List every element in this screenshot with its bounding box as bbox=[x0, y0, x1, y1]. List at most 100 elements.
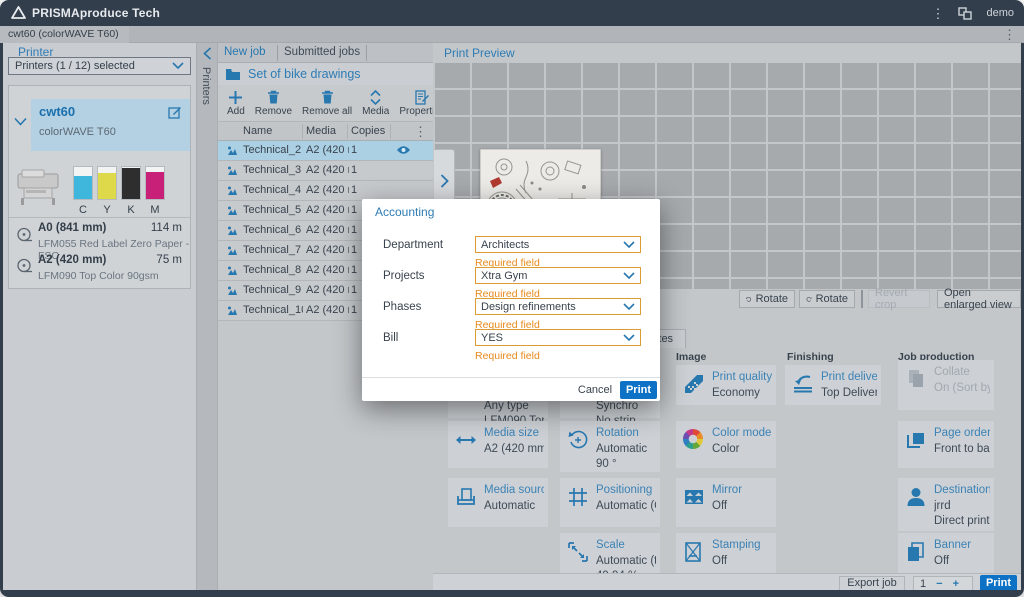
eye-icon[interactable] bbox=[396, 145, 411, 155]
rotate-left-button[interactable]: Rotate bbox=[739, 290, 795, 308]
printer-sidebar: Printer Printers (1 / 12) selected cwt60… bbox=[3, 43, 196, 590]
tile-print-delivery[interactable]: Print delivery Top Delivery T… bbox=[785, 365, 881, 405]
scale-icon bbox=[567, 541, 589, 563]
job-document-icon bbox=[226, 265, 238, 277]
column-media[interactable]: Media bbox=[306, 125, 336, 137]
printer-tab[interactable]: cwt60 (colorWAVE T60) bbox=[0, 26, 129, 43]
ink-black bbox=[121, 166, 141, 200]
tile-value: Off bbox=[712, 500, 772, 512]
tile-title: Page order bbox=[934, 427, 990, 439]
job-copies: 1 bbox=[351, 204, 357, 216]
tile-media-source[interactable]: Media source Automatic bbox=[448, 478, 548, 527]
tile-print-quality[interactable]: Print quality Economy bbox=[676, 365, 776, 405]
tile-stamping[interactable]: Stamping Off bbox=[676, 533, 776, 575]
tile-rotation[interactable]: Rotation Automatic 90 ° bbox=[560, 421, 660, 472]
collapse-left-icon[interactable] bbox=[203, 47, 212, 60]
media-button[interactable]: Media bbox=[357, 85, 394, 122]
tile-value: Automatic (Ce… bbox=[596, 500, 656, 512]
copies-stepper[interactable]: 1 − + bbox=[913, 576, 973, 591]
job-name: Technical_10… bbox=[243, 304, 303, 316]
add-button[interactable]: Add bbox=[222, 85, 250, 122]
divider bbox=[302, 124, 303, 139]
media-row-name: LFM090 Top Color 90gsm bbox=[38, 270, 159, 282]
job-copies: 1 bbox=[351, 224, 357, 236]
copies-decrement[interactable]: − bbox=[936, 578, 942, 590]
divider bbox=[366, 45, 367, 61]
printer-selector[interactable]: Printers (1 / 12) selected bbox=[8, 57, 191, 75]
required-hint: Required field bbox=[475, 350, 540, 362]
remove-all-label: Remove all bbox=[302, 106, 352, 117]
job-document-icon bbox=[226, 225, 238, 237]
divider bbox=[861, 290, 863, 308]
divider bbox=[347, 124, 348, 139]
tile-value: Off bbox=[934, 555, 990, 567]
tile-color-mode[interactable]: Color mode Color bbox=[676, 421, 776, 468]
phases-select[interactable]: Design refinements bbox=[475, 298, 641, 315]
accounting-dialog: Accounting Department Architects Require… bbox=[362, 199, 660, 401]
cancel-button[interactable]: Cancel bbox=[574, 381, 616, 399]
app-title: PRISMAproduce Tech bbox=[32, 6, 160, 20]
tab-new-job[interactable]: New job bbox=[224, 46, 266, 58]
tile-page-order[interactable]: Page order Front to back bbox=[898, 421, 994, 468]
bill-select[interactable]: YES bbox=[475, 329, 641, 346]
tile-value: Off bbox=[712, 555, 772, 567]
tile-value: Front to back bbox=[934, 443, 990, 455]
tile-title: Banner bbox=[934, 539, 990, 551]
column-copies[interactable]: Copies bbox=[351, 125, 385, 137]
divider bbox=[390, 124, 391, 139]
job-set-header: Set of bike drawings bbox=[218, 63, 433, 85]
copies-increment[interactable]: + bbox=[953, 578, 959, 590]
divider bbox=[9, 217, 190, 218]
rotate-right-button[interactable]: Rotate bbox=[799, 290, 855, 308]
remove-button[interactable]: Remove bbox=[250, 85, 297, 122]
export-job-button[interactable]: Export job bbox=[839, 576, 905, 591]
tile-title: Mirror bbox=[712, 484, 772, 496]
job-name: Technical_9 … bbox=[243, 284, 303, 296]
positioning-icon bbox=[567, 486, 589, 508]
bottom-action-bar: Export job 1 − + Print bbox=[433, 573, 1021, 591]
tile-mirror[interactable]: Mirror Off bbox=[676, 478, 776, 527]
printer-tab-bar: cwt60 (colorWAVE T60) ⋮ bbox=[0, 26, 1024, 43]
job-copies: 1 bbox=[351, 264, 357, 276]
ink-label-m: M bbox=[145, 204, 165, 216]
edit-icon[interactable] bbox=[168, 105, 182, 119]
tile-value: Top Delivery T… bbox=[821, 387, 877, 399]
field-label-projects: Projects bbox=[383, 270, 425, 282]
tile-media-size[interactable]: Media size A2 (420 mm) bbox=[448, 421, 548, 468]
open-enlarged-view-button[interactable]: Open enlarged view bbox=[937, 290, 1021, 308]
chevron-down-icon bbox=[172, 62, 184, 70]
job-name: Technical_3 … bbox=[243, 164, 303, 176]
section-finishing: Finishing bbox=[787, 351, 834, 363]
remove-all-button[interactable]: Remove all bbox=[297, 85, 357, 122]
tile-positioning[interactable]: Positioning Automatic (Ce… bbox=[560, 478, 660, 527]
table-row[interactable]: Technical_2 … A2 (420 m 1 bbox=[218, 141, 433, 161]
column-name[interactable]: Name bbox=[243, 125, 272, 137]
table-row[interactable]: Technical_3 … A2 (420 m 1 bbox=[218, 161, 433, 181]
printer-card: cwt60 colorWAVE T60 C Y K bbox=[8, 85, 191, 289]
table-options-icon[interactable]: ⋮ bbox=[414, 125, 427, 138]
department-select[interactable]: Architects bbox=[475, 236, 641, 253]
titlebar-menu-icon[interactable]: ⋮ bbox=[931, 7, 944, 20]
table-row[interactable]: Technical_4 … A2 (420 m 1 bbox=[218, 181, 433, 201]
media-row-remaining: 75 m bbox=[156, 254, 182, 266]
ink-magenta bbox=[145, 166, 165, 200]
printer-card-header[interactable]: cwt60 colorWAVE T60 bbox=[31, 99, 190, 151]
user-name[interactable]: demo bbox=[986, 7, 1014, 19]
chevron-down-icon bbox=[623, 272, 635, 280]
printers-strip-label[interactable]: Printers bbox=[200, 67, 212, 105]
trash-icon bbox=[267, 90, 280, 105]
printers-collapse-strip: Printers bbox=[196, 43, 218, 590]
tab-submitted-jobs[interactable]: Submitted jobs bbox=[284, 46, 360, 58]
tile-banner[interactable]: Banner Off bbox=[898, 533, 994, 575]
tabbar-menu-icon[interactable]: ⋮ bbox=[1003, 28, 1016, 41]
tile-destination[interactable]: Destination jrrd Direct print : On bbox=[898, 478, 994, 531]
tile-collate[interactable]: Collate On (Sort by set) bbox=[898, 360, 994, 410]
apps-switcher-icon[interactable] bbox=[958, 7, 972, 20]
collapse-chevron-icon[interactable] bbox=[14, 117, 27, 126]
dialog-print-button[interactable]: Print bbox=[620, 381, 657, 399]
projects-select[interactable]: Xtra Gym bbox=[475, 267, 641, 284]
window-frame-bottom bbox=[0, 590, 1024, 597]
job-media: A2 (420 m bbox=[306, 144, 349, 156]
jobs-toolbar: Add Remove Remove all bbox=[218, 85, 433, 122]
revert-crop-button[interactable]: Revert crop bbox=[868, 290, 930, 308]
